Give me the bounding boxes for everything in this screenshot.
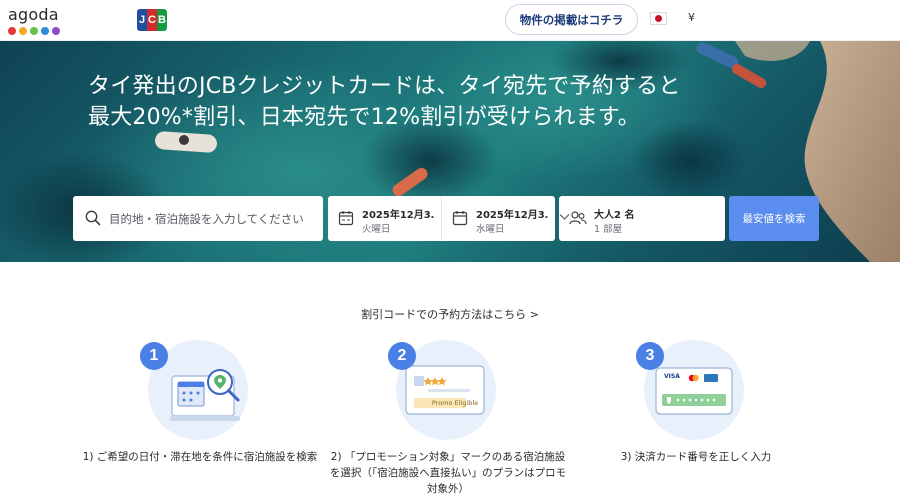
rooms-text: 1 部屋 (594, 224, 623, 235)
checkout-date[interactable]: 2025年12月3… 水曜日 (441, 196, 555, 241)
currency-selector[interactable]: ¥ (688, 11, 695, 24)
step-number: 1 (140, 342, 168, 370)
checkin-day-text: 火曜日 (362, 224, 391, 235)
destination-field[interactable]: 目的地・宿泊施設を入力してください (73, 196, 323, 241)
promo-listing-illustration (405, 365, 485, 415)
jcb-letter-j: J (137, 9, 147, 31)
logo-dot (19, 27, 27, 35)
calendar-icon (338, 211, 354, 226)
jcb-letter-b: B (157, 9, 167, 31)
step-caption: 2) 「プロモーション対象」マークのある宿泊施設を選択（「宿泊施設へ直接払い」の… (329, 451, 567, 495)
japan-flag-icon[interactable] (650, 12, 667, 25)
chevron-down-icon (559, 214, 570, 220)
calendar-icon (452, 211, 468, 226)
guests-text: 大人2 名 (594, 210, 635, 221)
how-to-book-link[interactable]: 割引コードでの予約方法はこちら > (0, 306, 900, 322)
hero-title: タイ発出のJCBクレジットカードは、タイ宛先で予約すると最大20%*割引、日本宛… (88, 74, 681, 130)
hero-banner: タイ発出のJCBクレジットカードは、タイ宛先で予約すると最大20%*割引、日本宛… (0, 41, 900, 262)
logo-dot (8, 27, 16, 35)
agoda-logo[interactable]: agoda (8, 7, 68, 37)
search-icon (85, 210, 101, 226)
visa-logo: VISA (664, 373, 680, 380)
checkout-day-text: 水曜日 (476, 224, 505, 235)
search-button[interactable]: 最安値を検索 (729, 196, 819, 241)
logo-dots (8, 27, 68, 35)
jcb-logo: J C B (137, 9, 167, 31)
step-number: 2 (388, 342, 416, 370)
jcb-letter-c: C (147, 9, 157, 31)
top-header: agoda J C B 物件の掲載はコチラ ¥ (0, 0, 900, 41)
logo-dot (41, 27, 49, 35)
logo-text: agoda (8, 5, 59, 24)
logo-dot (30, 27, 38, 35)
promo-eligible-badge: Promo Eligible (431, 399, 479, 407)
guests-icon (569, 211, 587, 225)
guests-field[interactable]: 大人2 名 1 部屋 (559, 196, 725, 241)
flag-circle (655, 15, 662, 22)
list-property-button[interactable]: 物件の掲載はコチラ (505, 4, 638, 35)
step-caption: 1) ご希望の日付・滞在地を条件に宿泊施設を検索 (82, 451, 318, 463)
checkin-date[interactable]: 2025年12月3… 火曜日 (328, 196, 441, 241)
date-range-field[interactable]: 2025年12月3… 火曜日 2025年12月3… 水曜日 (328, 196, 555, 241)
checkout-date-text: 2025年12月3… (476, 210, 548, 221)
step-number: 3 (636, 342, 664, 370)
destination-placeholder: 目的地・宿泊施設を入力してください (109, 212, 304, 226)
step-caption: 3) 決済カード番号を正しく入力 (620, 451, 772, 463)
logo-dot (52, 27, 60, 35)
search-calendar-illustration (170, 369, 240, 421)
checkin-date-text: 2025年12月3… (362, 210, 434, 221)
